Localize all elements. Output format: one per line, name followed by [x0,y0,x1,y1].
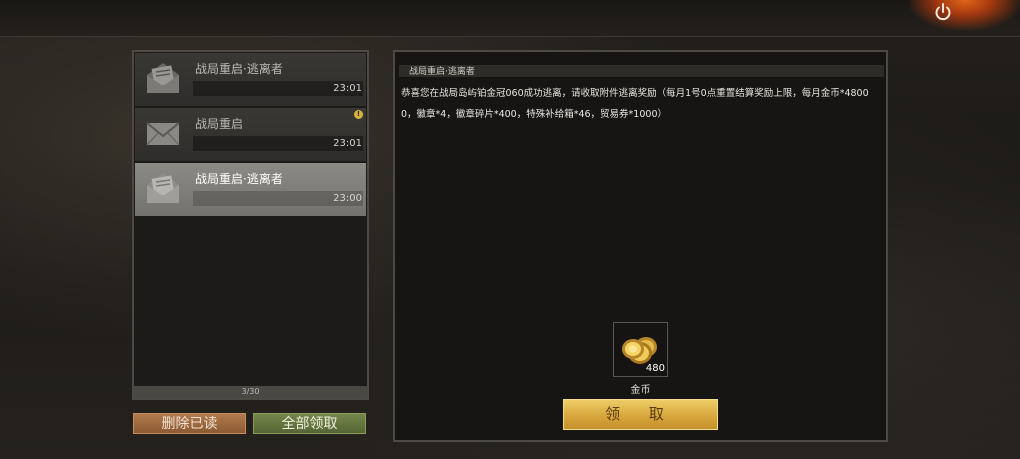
open-envelope-icon [147,173,179,203]
power-icon [935,3,951,21]
envelope-icon [146,122,180,146]
detail-title: 战局重启·逃离者 [409,67,475,77]
top-bar [0,0,1020,37]
mail-item-time: 23:00 [333,193,362,204]
reward-count: 480 [645,363,665,374]
power-button[interactable] [930,0,956,24]
reward-label: 金币 [630,385,651,396]
mail-item-title: 战局重启·逃离者 [195,62,283,76]
claim-all-button[interactable]: 全部领取 [253,413,366,434]
power-glow [910,0,1020,30]
mail-item-time: 23:01 [333,138,362,149]
detail-body: 恭喜您在战局岛屿铂金冠060成功逃离，请收取附件逃离奖励（每月1号0点重置结算奖… [401,88,869,120]
mail-item-2[interactable]: 战局重启 ! 23:01 [135,108,366,161]
mail-item-title: 战局重启·逃离者 [195,172,283,186]
mail-item-title: 战局重启 [195,117,244,131]
mail-item-1[interactable]: 战局重启·逃离者 23:01 [135,53,366,106]
claim-button[interactable]: 领 取 [563,399,718,430]
delete-read-button[interactable]: 删除已读 [133,413,246,434]
mail-item-time: 23:01 [333,83,362,94]
mail-count: 3/30 [134,386,367,398]
open-envelope-icon [147,63,179,93]
mail-list-panel: 战局重启·逃离者 23:01 战局重启 ! 23:01 战局重启·逃离者 23:… [132,50,369,400]
mail-detail-panel: 战局重启·逃离者 恭喜您在战局岛屿铂金冠060成功逃离，请收取附件逃离奖励（每月… [393,50,888,442]
mail-item-3[interactable]: 战局重启·逃离者 23:00 [135,163,366,216]
detail-header: 战局重启·逃离者 [399,65,884,77]
reward-item[interactable]: 480 [613,322,668,377]
warning-icon: ! [354,110,363,119]
